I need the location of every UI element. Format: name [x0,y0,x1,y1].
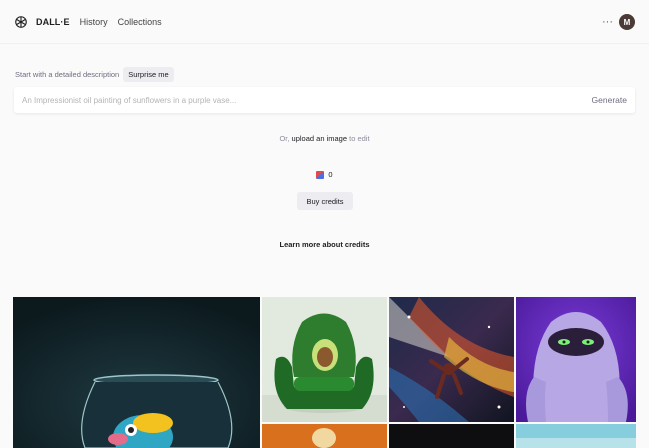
learn-more-credits-link[interactable]: Learn more about credits [0,240,649,249]
gallery-image-dark[interactable] [389,424,514,448]
credits-icon [316,170,325,179]
credits-count: 0 [328,170,333,179]
dark-image [389,424,514,448]
prompt-label-row: Start with a detailed description Surpri… [15,67,174,82]
upload-hint: Or, upload an image to edit [0,134,649,143]
orange-image [262,424,387,448]
top-navbar: DALL·E History Collections ··· M [0,0,649,44]
image-gallery [0,297,649,448]
surprise-me-button[interactable]: Surprise me [123,67,174,82]
buy-credits-button[interactable]: Buy credits [297,192,353,210]
prompt-label: Start with a detailed description [15,70,120,79]
prompt-input[interactable] [22,95,592,105]
brand-name[interactable]: DALL·E [36,17,70,27]
avocado-armchair-image [262,297,387,422]
space-painting-image [389,297,514,422]
nav-collections[interactable]: Collections [118,17,162,27]
fishbowl-image [13,297,260,448]
upload-image-link[interactable]: upload an image [292,134,347,143]
gallery-image-space-painting[interactable] [389,297,514,422]
more-options-icon[interactable]: ··· [602,15,613,29]
purple-monster-image [516,297,636,422]
upload-prefix: Or, [279,134,290,143]
upload-suffix: to edit [349,134,370,143]
gallery-image-orange[interactable] [262,424,387,448]
prompt-box: Generate [14,87,635,113]
topbar-actions: ··· M [602,14,635,30]
nav-history[interactable]: History [80,17,108,27]
openai-logo-icon[interactable] [14,15,28,29]
gallery-image-purple-monster[interactable] [516,297,636,422]
gallery-image-fishbowl[interactable] [13,297,260,448]
gallery-image-avocado-armchair[interactable] [262,297,387,422]
credits-display: 0 [0,170,649,179]
blue-image [516,424,636,448]
generate-button[interactable]: Generate [592,95,627,105]
user-avatar[interactable]: M [619,14,635,30]
gallery-image-blue[interactable] [516,424,636,448]
